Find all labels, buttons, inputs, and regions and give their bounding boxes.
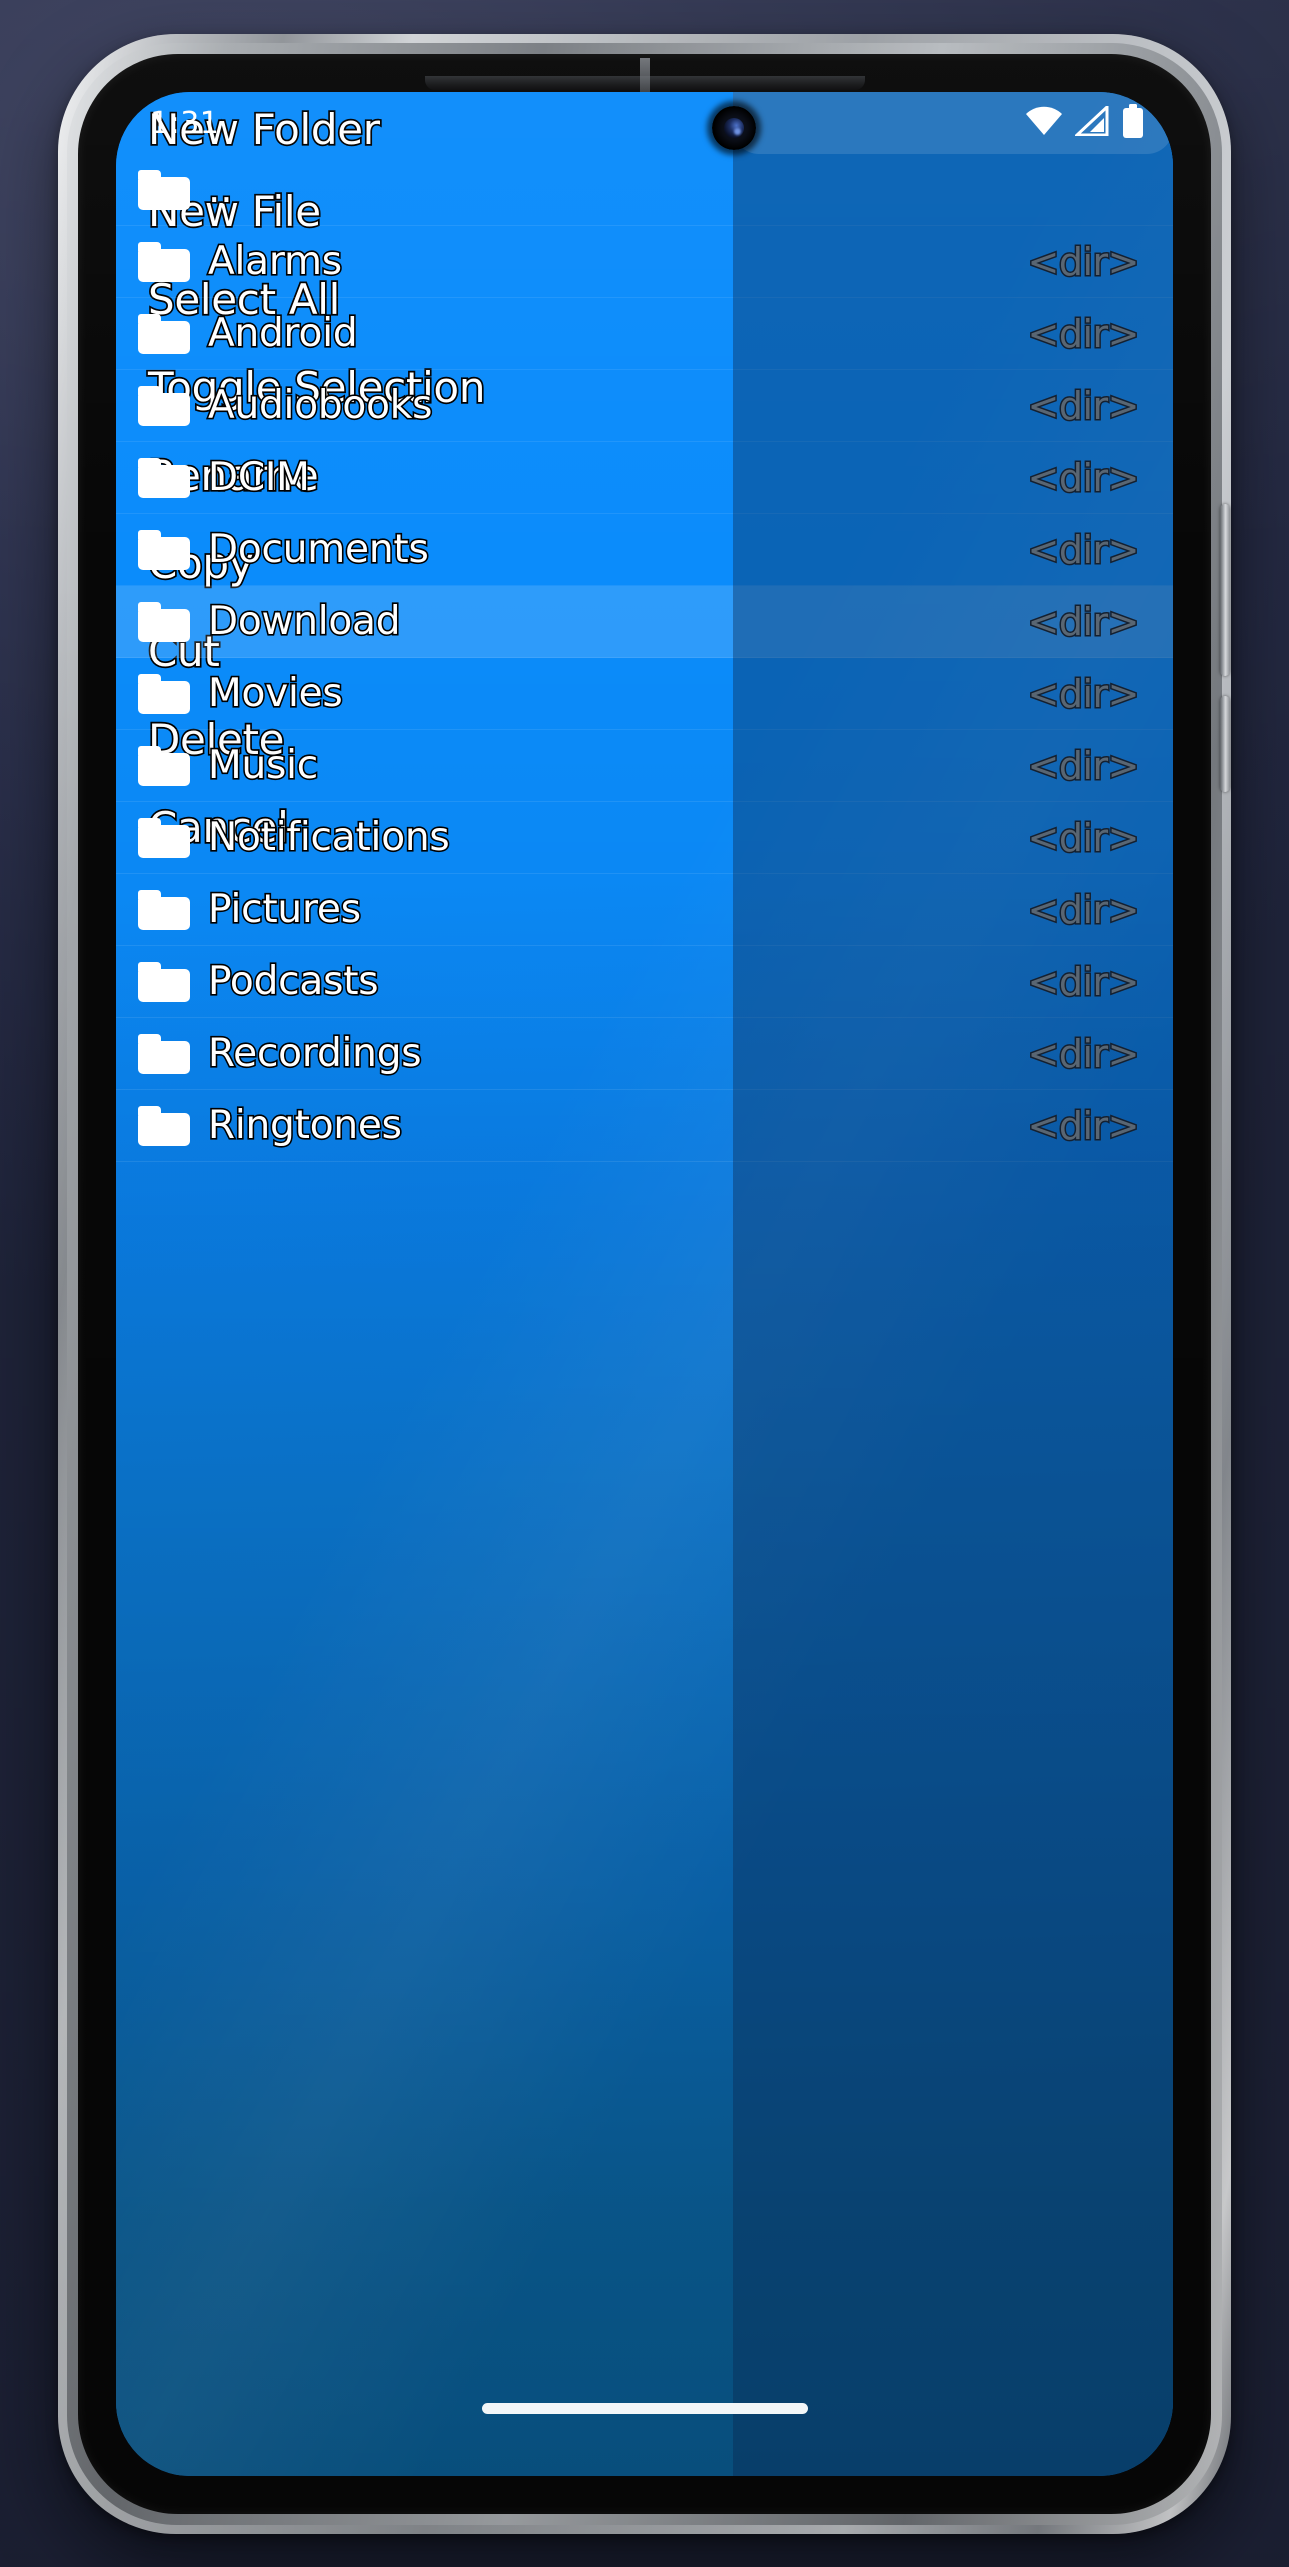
table-row[interactable]: DCIM <dir> <box>116 442 1173 514</box>
folder-icon <box>138 1105 190 1146</box>
front-camera-icon <box>712 106 756 150</box>
camera-lens <box>724 118 744 138</box>
file-size-label: <dir> <box>1026 455 1141 500</box>
battery-icon <box>1121 104 1145 142</box>
file-name: DCIM <box>206 455 311 500</box>
table-row[interactable]: Download <dir> <box>116 586 1173 658</box>
file-list[interactable]: .. Alarms <dir> Android <dir> Audiobooks <dir>… <box>116 154 1173 1162</box>
table-row[interactable]: Documents <dir> <box>116 514 1173 586</box>
folder-icon <box>138 817 190 858</box>
folder-icon <box>138 529 190 570</box>
table-row[interactable]: Recordings <dir> <box>116 1018 1173 1090</box>
file-name: Movies <box>206 671 344 716</box>
file-name: Recordings <box>206 1031 423 1076</box>
folder-icon <box>138 169 190 210</box>
file-size-label: <dir> <box>1026 815 1141 860</box>
file-size-label: <dir> <box>1026 671 1141 716</box>
file-name: Documents <box>206 527 430 572</box>
file-name: Ringtones <box>206 1103 403 1148</box>
file-size-label: <dir> <box>1026 527 1141 572</box>
folder-icon <box>138 601 190 642</box>
earpiece-speaker-icon <box>424 58 865 106</box>
status-bar: 1:31 <box>116 92 1173 154</box>
folder-icon <box>138 1033 190 1074</box>
wifi-icon <box>1025 106 1063 140</box>
table-row[interactable]: Audiobooks <dir> <box>116 370 1173 442</box>
file-size-label: <dir> <box>1026 239 1141 284</box>
folder-icon <box>138 313 190 354</box>
file-name: Alarms <box>206 239 343 284</box>
table-row[interactable]: Pictures <dir> <box>116 874 1173 946</box>
folder-icon <box>138 889 190 930</box>
table-row[interactable]: Notifications <dir> <box>116 802 1173 874</box>
table-row[interactable]: Android <dir> <box>116 298 1173 370</box>
table-row[interactable]: Podcasts <dir> <box>116 946 1173 1018</box>
file-size-label: <dir> <box>1026 383 1141 428</box>
file-name: Pictures <box>206 887 362 932</box>
table-row[interactable]: .. <box>116 154 1173 226</box>
file-size-label: <dir> <box>1026 311 1141 356</box>
table-row[interactable]: Alarms <dir> <box>116 226 1173 298</box>
file-size-label: <dir> <box>1026 1103 1141 1148</box>
file-name: Music <box>206 743 319 788</box>
folder-icon <box>138 961 190 1002</box>
file-name: Audiobooks <box>206 383 434 428</box>
table-row[interactable]: Ringtones <dir> <box>116 1090 1173 1162</box>
power-button[interactable] <box>1220 504 1230 676</box>
file-name: Notifications <box>206 815 451 860</box>
status-clock: 1:31 <box>150 106 220 141</box>
file-size-label: <dir> <box>1026 959 1141 1004</box>
folder-icon <box>138 745 190 786</box>
status-indicators <box>1025 103 1145 142</box>
file-name: Download <box>206 599 402 644</box>
folder-icon <box>138 673 190 714</box>
phone-bezel: .. Alarms <dir> Android <dir> Audiobooks <dir>… <box>78 54 1211 2514</box>
file-name: .. <box>206 167 234 212</box>
file-size-label: <dir> <box>1026 743 1141 788</box>
phone-screen: .. Alarms <dir> Android <dir> Audiobooks <dir>… <box>116 92 1173 2476</box>
cellular-signal-icon <box>1073 103 1109 140</box>
folder-icon <box>138 457 190 498</box>
file-size-label: <dir> <box>1026 1031 1141 1076</box>
phone-device-frame: .. Alarms <dir> Android <dir> Audiobooks <dir>… <box>58 34 1231 2534</box>
camera-glint <box>734 128 741 135</box>
file-name: Podcasts <box>206 959 380 1004</box>
table-row[interactable]: Music <dir> <box>116 730 1173 802</box>
file-size-label: <dir> <box>1026 599 1141 644</box>
file-name: Android <box>206 311 359 356</box>
volume-button[interactable] <box>1220 696 1230 792</box>
folder-icon <box>138 385 190 426</box>
home-gesture-indicator[interactable] <box>481 2403 808 2414</box>
folder-icon <box>138 241 190 282</box>
file-size-label: <dir> <box>1026 887 1141 932</box>
desktop-wallpaper: .. Alarms <dir> Android <dir> Audiobooks <dir>… <box>0 0 1289 2567</box>
table-row[interactable]: Movies <dir> <box>116 658 1173 730</box>
